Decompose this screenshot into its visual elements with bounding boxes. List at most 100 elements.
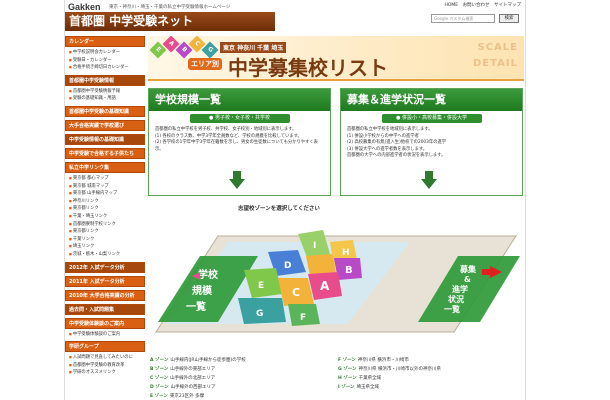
left-tile-label: 一覧 xyxy=(186,300,206,313)
sidebar-group: 2010年 大学合格実績の分析 xyxy=(65,289,145,301)
zone-description: 神奈川県 横浜市・川崎市 xyxy=(357,358,409,363)
site-header: Gakken 東京・神奈川・埼玉・千葉の私立中学受験情報ホームページ 首都圏 中… xyxy=(65,0,525,34)
down-arrow-icon[interactable] xyxy=(229,171,245,189)
zone-letter: A xyxy=(320,279,330,293)
detail-watermark: DETAIL xyxy=(472,58,518,69)
top-links: HOME お問い合わせ サイトマップ xyxy=(441,2,521,8)
sidebar-group: 私立中学リンク集東京都 都心マップ東京都 城南マップ東京都 山手線内マップ神奈川… xyxy=(65,161,145,259)
zone-key: C ゾーン xyxy=(150,376,169,381)
zone-description: 山手線内(JR山手線から徒歩圏)の学校 xyxy=(170,358,246,363)
zone-legend-row[interactable]: A ゾーン 山手線内(JR山手線から徒歩圏)の学校 xyxy=(150,356,336,365)
sidebar-group: 中学受験情報の基礎知識 xyxy=(65,133,145,145)
sidebar-link[interactable]: 学研のオススメリンク xyxy=(65,369,145,377)
sidebar-group: 過去問・入試問題集 xyxy=(65,303,145,315)
down-arrow-icon[interactable] xyxy=(421,171,437,189)
sidebar-link[interactable]: 合格手続き締切日カレンダー xyxy=(65,64,145,72)
zone-description: 千葉県全域 xyxy=(358,376,382,381)
sidebar-link[interactable]: 受験日・カレンダー xyxy=(65,57,145,65)
right-tile-label: 進学 xyxy=(452,284,468,294)
sitemap-link[interactable]: サイトマップ xyxy=(494,3,521,8)
zone-legend-row[interactable]: F ゾーン 神奈川県 横浜市・川崎市 xyxy=(338,356,524,365)
zone-description: 山手線外の北部エリア xyxy=(170,376,216,381)
zone-key: H ゾーン xyxy=(338,376,357,381)
zone-key: E ゾーン xyxy=(150,394,168,399)
sidebar-link[interactable]: 東京都 山手線内マップ xyxy=(65,190,145,198)
left-tile-label: 学校 xyxy=(198,268,219,281)
sidebar-section-button[interactable]: 中学受験情報の基礎知識 xyxy=(65,133,145,145)
zone-letter: E xyxy=(258,281,264,291)
zone-key: F ゾーン xyxy=(338,358,356,363)
sidebar-section-button[interactable]: 大手合格実績で学校選び xyxy=(65,119,145,131)
right-arrow-tail xyxy=(482,269,490,275)
sidebar-section-button[interactable]: 学研グループ xyxy=(65,341,145,353)
page-title: 中学募集校リスト xyxy=(228,56,388,80)
sidebar-link[interactable]: 神奈川リンク xyxy=(65,198,145,206)
zone-legend-row[interactable]: H ゾーン 千葉県全域 xyxy=(338,374,524,383)
sidebar-group: 首都圏中学受験情報首都圏中学受験情報予報受験の基礎知識・用語 xyxy=(65,74,145,103)
sidebar-section-button[interactable]: 2012年 入試データ分析 xyxy=(65,261,145,273)
sidebar-link[interactable]: 首都圏中学受験の教育改革 xyxy=(65,362,145,370)
sidebar-section-button[interactable]: 私立中学リンク集 xyxy=(65,161,145,173)
zone-description: 埼玉県全域 xyxy=(356,385,380,390)
sidebar-link[interactable]: 東京都リンク xyxy=(65,228,145,236)
recruit-title[interactable]: 募集＆進学状況一覧 xyxy=(341,89,522,111)
area-tag: エリア別 xyxy=(188,58,222,70)
sidebar-section-button[interactable]: 2011年 入試データ分析 xyxy=(65,275,145,287)
search-button[interactable]: 検索 xyxy=(499,14,519,23)
zone-letter: G xyxy=(256,309,263,319)
site-tagline: 東京・神奈川・埼玉・千葉の私立中学受験情報ホームページ xyxy=(109,5,231,10)
zone-legend-row[interactable]: G ゾーン 神奈川県 横浜市・川崎市以外の神奈川県 xyxy=(338,365,524,374)
zone-legend-left: A ゾーン 山手線内(JR山手線から徒歩圏)の学校 B ゾーン 山手線外の東部エリア C… xyxy=(150,356,336,400)
school-size-title[interactable]: 学校規模一覧 xyxy=(149,89,330,111)
site-title[interactable]: 首都圏 中学受験ネット xyxy=(65,12,275,31)
zone-description: 山手線外の東部エリア xyxy=(170,367,216,372)
sidebar-link[interactable]: 千葉・埼玉リンク xyxy=(65,213,145,221)
sidebar-group: カレンダー中学校説明会カレンダー受験日・カレンダー合格手続き締切日カレンダー xyxy=(65,36,145,72)
zone-description: 神奈川県 横浜市・川崎市以外の神奈川県 xyxy=(358,367,441,372)
hero-banner: E A B C G 東京 神奈川 千葉 埼玉 エリア別 中学募集校リスト SCA… xyxy=(148,36,524,81)
sidebar-link[interactable]: 東京都リンク xyxy=(65,205,145,213)
sidebar-link[interactable]: 東京都 城南マップ xyxy=(65,183,145,191)
sidebar-link[interactable]: 受験の基礎知識・用語 xyxy=(65,95,145,103)
zone-legend-row[interactable]: D ゾーン 山手線外の西部エリア xyxy=(150,383,336,392)
zone-key: B ゾーン xyxy=(150,367,169,372)
sidebar-link[interactable]: 首都圏中学受験情報予報 xyxy=(65,88,145,96)
school-size-card[interactable]: 学校規模一覧 ● 男子校・女子校・共学校 首都圏の私立中学校を男子校、共学校、女… xyxy=(148,88,331,196)
sidebar-section-button[interactable]: 首都圏中学受験の基礎知識 xyxy=(65,105,145,117)
sidebar-link[interactable]: 中学受験体験談のご案内 xyxy=(65,331,145,339)
sidebar-link[interactable]: 埼玉リンク xyxy=(65,243,145,251)
sidebar-section-button[interactable]: カレンダー xyxy=(65,36,145,47)
sidebar-link[interactable]: 入試問題で見直してみたいのに xyxy=(65,354,145,362)
zone-legend-row[interactable]: B ゾーン 山手線外の東部エリア xyxy=(150,365,336,374)
zone-legend-right: F ゾーン 神奈川県 横浜市・川崎市 G ゾーン 神奈川県 横浜市・川崎市以外の神奈川… xyxy=(338,356,524,392)
zone-key: D ゾーン xyxy=(150,385,169,390)
home-link[interactable]: HOME xyxy=(444,3,458,8)
desc-line: (2) 各学校の1学年中学3学年在籍数を示し、男女の生徒数についても分かりやすく… xyxy=(155,140,318,152)
gakken-logo[interactable]: Gakken xyxy=(68,2,106,12)
zone-legend-row[interactable]: E ゾーン 東京23区外 多摩 xyxy=(150,392,336,400)
sidebar-link[interactable]: 茨城・栃木・山梨リンク xyxy=(65,251,145,259)
sidebar-link[interactable]: 千葉リンク xyxy=(65,236,145,244)
sidebar-section-button[interactable]: 中学受験で合格する子供たち xyxy=(65,147,145,159)
sidebar-section-button[interactable]: 中学受験体験談のご案内 xyxy=(65,317,145,329)
sidebar-section-button[interactable]: 2010年 大学合格実績の分析 xyxy=(65,289,145,301)
sidebar-group: 首都圏中学受験の基礎知識 xyxy=(65,105,145,117)
main-content: E A B C G 東京 神奈川 千葉 埼玉 エリア別 中学募集校リスト SCA… xyxy=(148,36,524,400)
right-tile-label: 一覧 xyxy=(444,304,460,314)
recruit-card[interactable]: 募集＆進学状況一覧 ● 併設小・高校募集・併設大学 首都圏の私立中学校を地域別に… xyxy=(340,88,523,196)
school-size-description: 首都圏の私立中学校を男子校、共学校、女子校別・地域別に表示します。 (1) 各校… xyxy=(149,127,330,153)
zone-prompt: 志望校ゾーンを選択してください xyxy=(238,206,320,212)
recruit-description: 首都圏の私立中学校を地域別に表示します。 (1) 併設小学校からの中学への進学者… xyxy=(341,127,522,160)
sidebar-section-button[interactable]: 過去問・入試問題集 xyxy=(65,303,145,315)
contact-link[interactable]: お問い合わせ xyxy=(463,3,490,8)
sidebar-link[interactable]: 中学校説明会カレンダー xyxy=(65,49,145,57)
zone-letter: D xyxy=(284,261,291,271)
sidebar-link[interactable]: 首都圏寮制学校リンク xyxy=(65,221,145,229)
sidebar: カレンダー中学校説明会カレンダー受験日・カレンダー合格手続き締切日カレンダー首都… xyxy=(65,36,145,400)
sidebar-section-button[interactable]: 首都圏中学受験情報 xyxy=(65,74,145,86)
sidebar-link[interactable]: 東京都 都心マップ xyxy=(65,175,145,183)
recruit-subtitle: ● 併設小・高校募集・併設大学 xyxy=(381,114,482,123)
zone-legend-row[interactable]: C ゾーン 山手線外の北部エリア xyxy=(150,374,336,383)
search-input[interactable]: Google カスタム検索 xyxy=(431,14,495,23)
zone-legend-row[interactable]: I ゾーン 埼玉県全域 xyxy=(338,383,524,392)
